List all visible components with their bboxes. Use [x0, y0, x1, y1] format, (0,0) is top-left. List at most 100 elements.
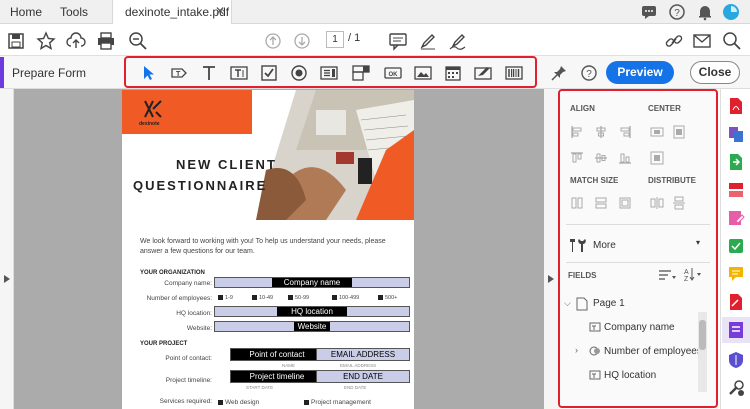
sub-start: START DATE: [246, 385, 274, 390]
date-icon[interactable]: [444, 64, 462, 82]
employee-option[interactable]: 500+: [378, 295, 397, 301]
chat-icon[interactable]: [640, 3, 658, 21]
dropdown-icon[interactable]: [352, 64, 370, 82]
sort-order-icon[interactable]: [658, 268, 676, 282]
image-icon[interactable]: [414, 64, 432, 82]
employee-option[interactable]: 50-99: [288, 295, 309, 301]
search-icon[interactable]: [722, 31, 742, 51]
tree-page-1[interactable]: Page 1: [593, 298, 625, 309]
service-option[interactable]: Web design: [218, 399, 259, 406]
link-icon[interactable]: [664, 31, 684, 51]
prev-page-icon[interactable]: [263, 31, 283, 51]
contact-name-field[interactable]: Point of contact: [230, 348, 324, 361]
protect-icon[interactable]: [727, 351, 745, 369]
signature-field-icon[interactable]: [474, 64, 492, 82]
comment-tool-icon[interactable]: [727, 265, 745, 283]
select-icon[interactable]: [140, 64, 158, 82]
sub-email: EMAIL ADDRESS: [340, 363, 377, 368]
start-date-field[interactable]: Project timeline: [230, 370, 324, 383]
page-number-input[interactable]: 1: [326, 31, 344, 48]
zoom-out-icon[interactable]: [128, 31, 148, 51]
comment-icon[interactable]: [388, 31, 408, 51]
align-middle-icon[interactable]: [594, 151, 608, 165]
tree-number-of-employees[interactable]: Number of employees: [604, 346, 702, 357]
star-icon[interactable]: [36, 31, 56, 51]
scan-ocr-icon[interactable]: [727, 237, 745, 255]
logo-icon: [144, 100, 162, 118]
create-pdf-icon[interactable]: [727, 97, 745, 115]
svg-text:?: ?: [674, 8, 680, 19]
match-height-icon[interactable]: [570, 196, 584, 210]
next-page-icon[interactable]: [292, 31, 312, 51]
tab-tools[interactable]: Tools: [60, 5, 88, 19]
preview-button[interactable]: Preview: [606, 61, 674, 84]
right-panel-toggle[interactable]: [544, 89, 558, 409]
end-date-field[interactable]: END DATE: [316, 370, 410, 383]
collapse-right-icon[interactable]: [547, 274, 555, 284]
pin-icon[interactable]: [550, 64, 568, 82]
match-both-icon[interactable]: [618, 196, 632, 210]
prepare-form-icon[interactable]: [727, 321, 745, 339]
mail-icon[interactable]: [692, 31, 712, 51]
more-menu[interactable]: More: [593, 240, 616, 251]
combine-files-icon[interactable]: [727, 125, 745, 143]
edit-pdf-icon[interactable]: [727, 209, 745, 227]
distribute-heading: DISTRIBUTE: [648, 176, 696, 185]
help-icon[interactable]: ?: [580, 64, 598, 82]
align-bottom-icon[interactable]: [618, 151, 632, 165]
distribute-vertical-icon[interactable]: [672, 196, 686, 210]
align-right-icon[interactable]: [618, 125, 632, 139]
align-center-h-icon[interactable]: [594, 125, 608, 139]
more-tools-icon[interactable]: [727, 379, 745, 397]
hq-location-field[interactable]: HQ location: [214, 306, 410, 317]
tab-document[interactable]: dexinote_intake.pdf ✕: [112, 0, 232, 24]
close-tab-icon[interactable]: ✕: [215, 4, 225, 18]
employee-option[interactable]: 100-499: [332, 295, 359, 301]
email-field[interactable]: EMAIL ADDRESS: [316, 348, 410, 361]
radio-icon[interactable]: [290, 64, 308, 82]
collapse-page-chevron-icon[interactable]: ⌵: [564, 298, 571, 309]
service-option[interactable]: Project management: [304, 399, 371, 406]
employee-option[interactable]: 10-49: [252, 295, 273, 301]
left-panel-toggle[interactable]: [0, 89, 14, 409]
checkbox-icon[interactable]: [260, 64, 278, 82]
add-text-icon[interactable]: T: [170, 64, 188, 82]
sign-icon[interactable]: [448, 31, 468, 51]
list-box-icon[interactable]: [320, 64, 338, 82]
align-top-icon[interactable]: [570, 151, 584, 165]
print-icon[interactable]: [96, 31, 116, 51]
fields-scrollbar[interactable]: [698, 312, 707, 392]
section-project: YOUR PROJECT: [140, 341, 188, 347]
upload-cloud-icon[interactable]: [66, 31, 86, 51]
text-icon[interactable]: [200, 64, 218, 82]
export-pdf-icon[interactable]: [727, 153, 745, 171]
sort-alpha-icon[interactable]: AZ: [683, 266, 703, 282]
barcode-icon[interactable]: [505, 64, 523, 82]
tree-hq-location[interactable]: HQ location: [604, 370, 656, 381]
center-vertical-icon[interactable]: [672, 125, 686, 139]
help-icon[interactable]: ?: [668, 3, 686, 21]
employee-option[interactable]: 1-9: [218, 295, 233, 301]
company-name-field[interactable]: Company name: [214, 277, 410, 288]
distribute-horizontal-icon[interactable]: [650, 196, 664, 210]
expand-chevron-icon[interactable]: ›: [575, 345, 578, 355]
button-icon[interactable]: OK: [384, 64, 402, 82]
center-both-icon[interactable]: [650, 151, 664, 165]
svg-text:OK: OK: [389, 72, 399, 78]
close-button[interactable]: Close: [690, 61, 740, 84]
bell-icon[interactable]: [696, 3, 714, 21]
match-width-icon[interactable]: [594, 196, 608, 210]
center-horizontal-icon[interactable]: [650, 125, 664, 139]
align-left-icon[interactable]: [570, 125, 584, 139]
avatar[interactable]: [722, 3, 740, 21]
tree-company-name[interactable]: Company name: [604, 322, 675, 333]
more-chevron-icon[interactable]: ▾: [696, 238, 700, 247]
tab-home[interactable]: Home: [10, 5, 42, 19]
fill-sign-icon[interactable]: [727, 293, 745, 311]
website-field[interactable]: Website: [214, 321, 410, 332]
pen-icon[interactable]: [418, 31, 438, 51]
save-icon[interactable]: [6, 31, 26, 51]
expand-left-icon[interactable]: [3, 274, 11, 284]
organize-pages-icon[interactable]: [727, 181, 745, 199]
text-field-icon[interactable]: [230, 64, 248, 82]
